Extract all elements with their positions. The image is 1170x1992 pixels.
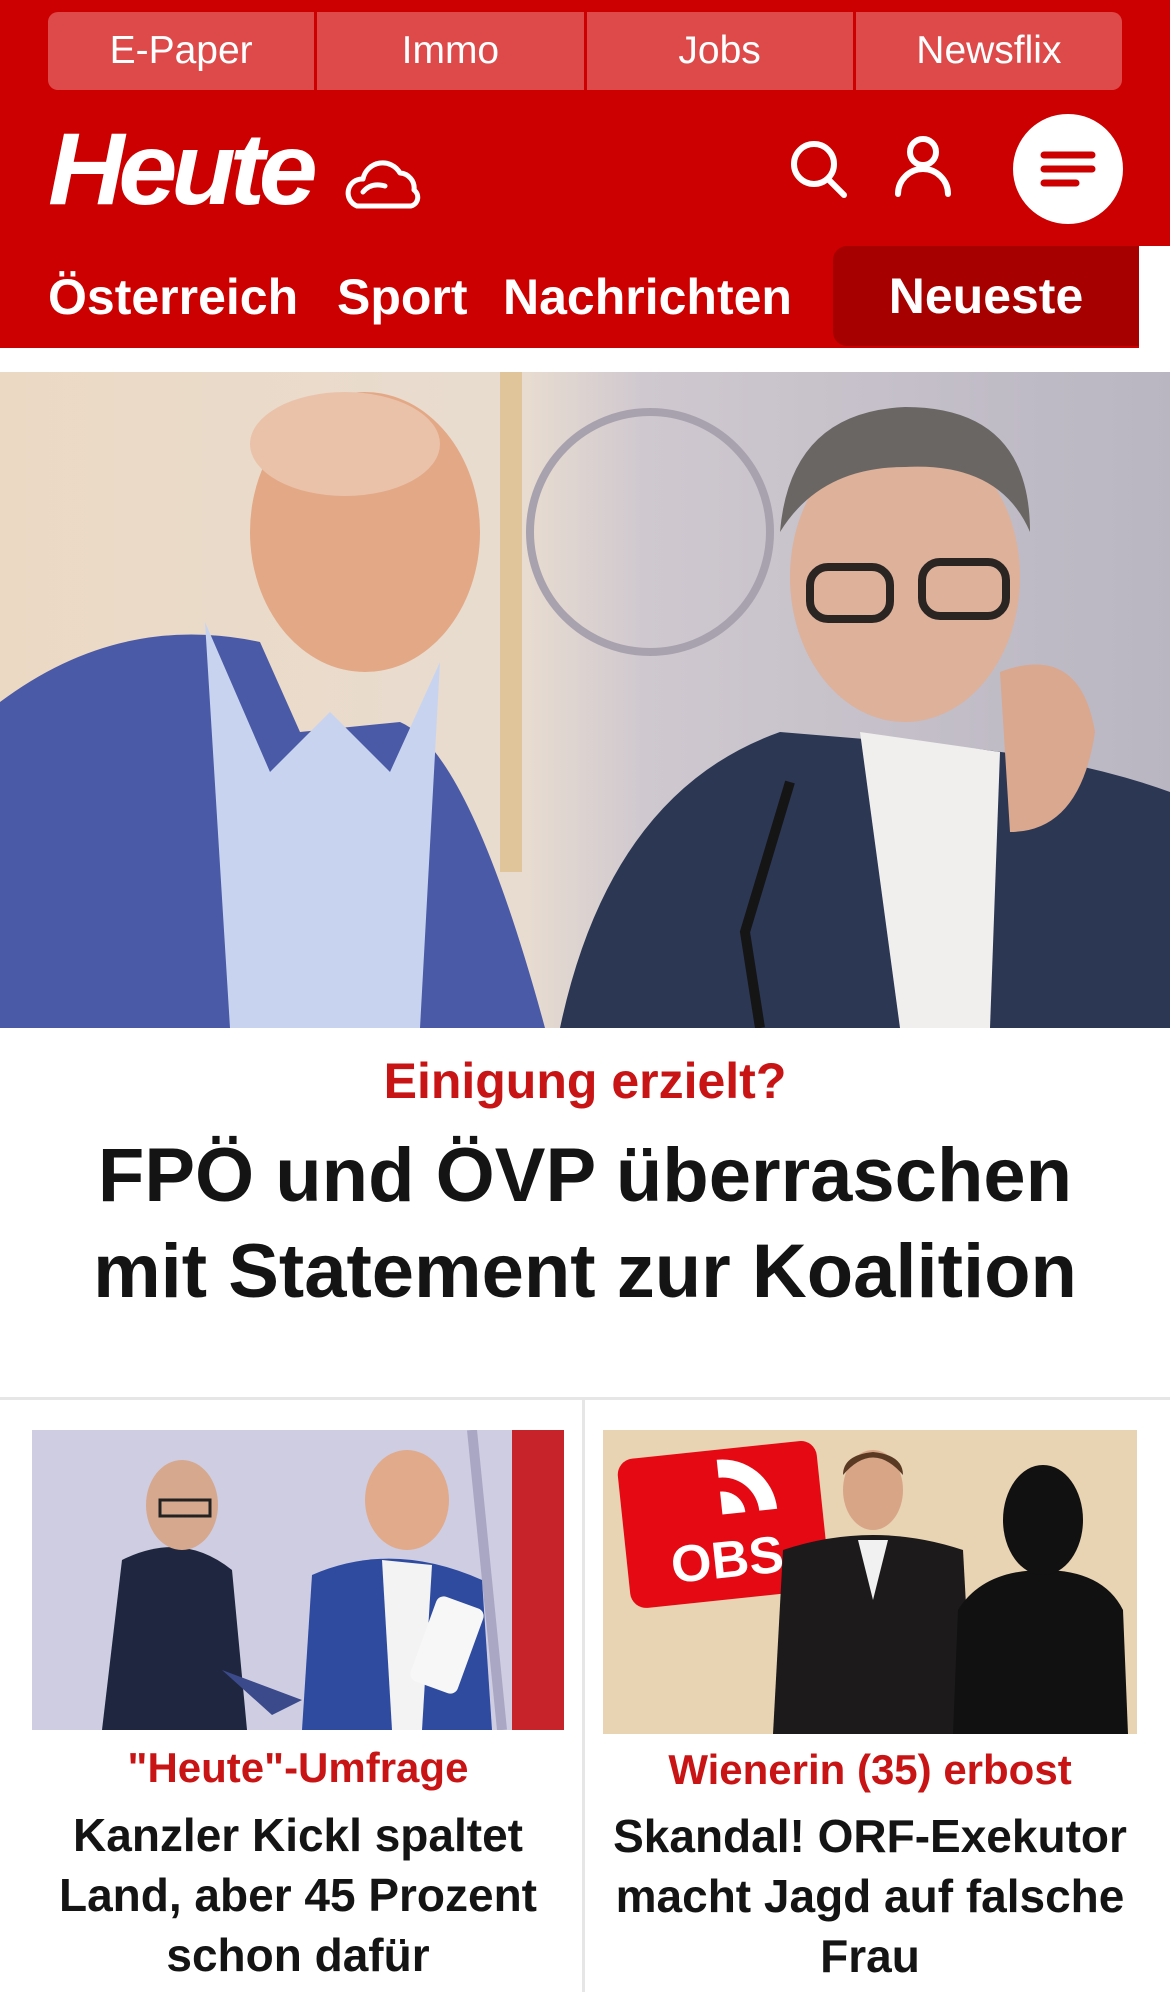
hamburger-menu-icon <box>1040 151 1096 187</box>
top-link-jobs[interactable]: Jobs <box>583 12 853 90</box>
nav-item-oesterreich[interactable]: Österreich <box>48 246 298 348</box>
nav-item-nachrichten[interactable]: Nachrichten <box>503 246 792 348</box>
teaser-photo-2: OBS <box>603 1430 1137 1734</box>
user-icon[interactable] <box>893 134 953 198</box>
teaser-photo-1 <box>32 1430 564 1730</box>
hero-image[interactable] <box>0 372 1170 1028</box>
top-link-epaper[interactable]: E-Paper <box>48 12 315 90</box>
nav-scroll-edge <box>1139 246 1170 348</box>
teaser-image-1[interactable] <box>32 1430 564 1730</box>
hero-kicker[interactable]: Einigung erzielt? <box>0 1052 1170 1110</box>
top-link-immo[interactable]: Immo <box>314 12 584 90</box>
hero-headline[interactable]: FPÖ und ÖVP überraschen mit Statement zu… <box>40 1128 1130 1320</box>
top-links-bar: E-Paper Immo Jobs Newsflix <box>48 12 1122 90</box>
column-divider <box>582 1400 585 1992</box>
cloud-sun-icon[interactable] <box>343 148 423 218</box>
section-divider <box>0 1397 1170 1400</box>
teaser-kicker-1[interactable]: "Heute"-Umfrage <box>32 1744 564 1792</box>
section-nav: Österreich Sport Nachrichten Neueste <box>0 246 1170 348</box>
site-header: E-Paper Immo Jobs Newsflix Heute Österre… <box>0 0 1170 348</box>
top-link-newsflix[interactable]: Newsflix <box>852 12 1122 90</box>
teaser-headline-1[interactable]: Kanzler Kickl spaltet Land, aber 45 Proz… <box>32 1805 564 1985</box>
hero-photo <box>0 372 1170 1028</box>
heute-logo[interactable]: Heute <box>48 118 318 220</box>
obs-badge: OBS <box>668 1526 786 1595</box>
teaser-headline-2[interactable]: Skandal! ORF-Exekutor macht Jagd auf fal… <box>596 1806 1144 1986</box>
teaser-kicker-2[interactable]: Wienerin (35) erbost <box>596 1746 1144 1794</box>
hamburger-menu-button[interactable] <box>1013 114 1123 224</box>
teaser-image-2[interactable]: OBS <box>603 1430 1137 1734</box>
search-icon[interactable] <box>788 136 848 200</box>
nav-item-neueste[interactable]: Neueste <box>833 246 1139 346</box>
nav-item-sport[interactable]: Sport <box>337 246 468 348</box>
